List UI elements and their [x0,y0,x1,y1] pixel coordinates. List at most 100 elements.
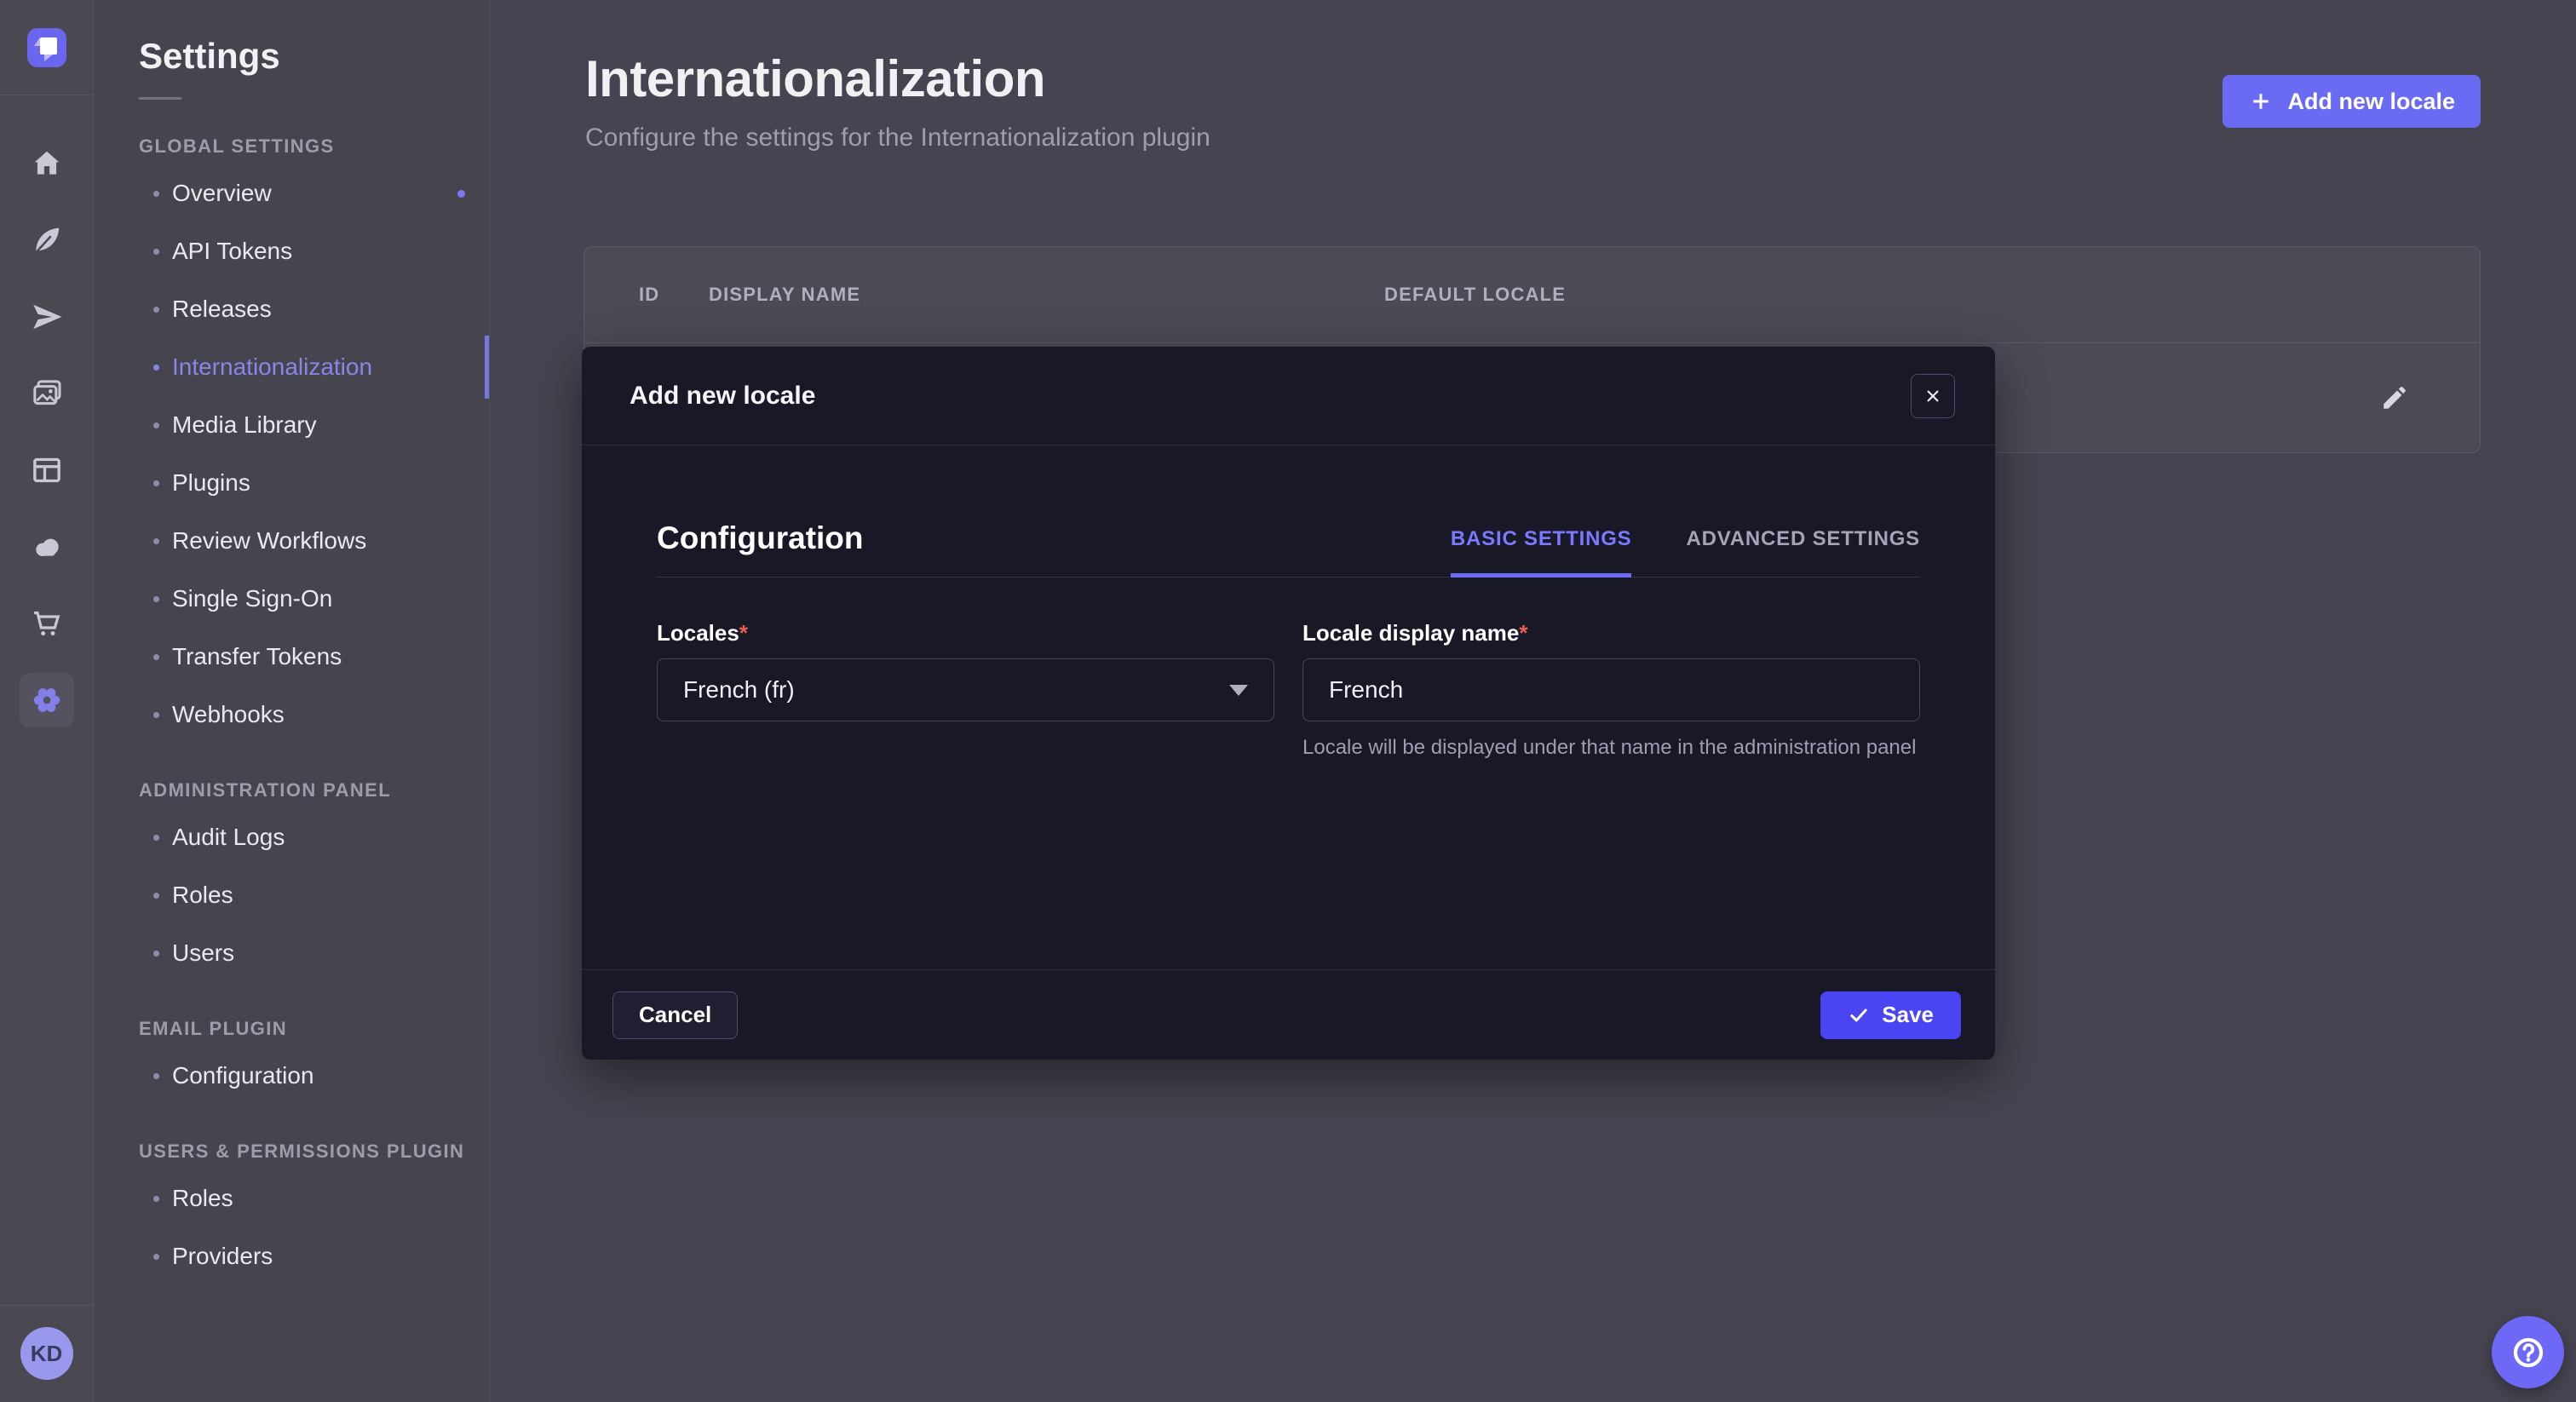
bullet-icon [153,249,159,255]
send-plane-icon[interactable] [20,290,74,344]
locales-label: Locales* [657,620,1274,646]
bullet-icon [153,1073,159,1079]
modal-title: Add new locale [630,382,815,411]
sidebar-item-label: Configuration [172,1062,314,1089]
display-name-hint: Locale will be displayed under that name… [1302,733,1920,762]
sidebar-item-email-configuration[interactable]: Configuration [94,1047,489,1105]
settings-sidebar: Settings GLOBAL SETTINGS Overview API To… [94,0,490,1402]
close-button[interactable] [1911,374,1955,418]
sidebar-item-label: Plugins [172,469,250,497]
help-button[interactable] [2492,1316,2564,1388]
modal-header: Add new locale [582,347,1995,445]
layout-window-icon[interactable] [20,443,74,497]
sidebar-item-up-providers[interactable]: Providers [94,1227,489,1285]
column-header-display-name: DISPLAY NAME [709,284,1384,306]
home-icon[interactable] [20,136,74,191]
display-name-input[interactable] [1302,658,1920,721]
display-name-field-group: Locale display name* Locale will be disp… [1302,620,1920,762]
sidebar-item-review-workflows[interactable]: Review Workflows [94,512,489,570]
cloud-icon[interactable] [20,520,74,574]
configuration-title: Configuration [657,520,864,577]
display-name-label-text: Locale display name [1302,620,1519,646]
section-header-users-permissions-plugin: USERS & PERMISSIONS PLUGIN [139,1141,489,1163]
sidebar-item-single-sign-on[interactable]: Single Sign-On [94,570,489,628]
configuration-header-row: Configuration BASIC SETTINGS ADVANCED SE… [657,520,1920,577]
edit-locale-button[interactable] [2376,379,2413,417]
notification-dot [457,190,465,198]
user-avatar[interactable]: KD [20,1327,73,1380]
locales-field-group: Locales* French (fr) [657,620,1274,762]
bullet-icon [153,538,159,544]
sidebar-item-webhooks[interactable]: Webhooks [94,686,489,744]
bullet-icon [153,951,159,957]
check-icon [1848,1004,1870,1026]
bullet-icon [153,893,159,899]
sidebar-item-label: API Tokens [172,238,292,265]
sidebar-item-label: Roles [172,882,233,909]
sidebar-item-plugins[interactable]: Plugins [94,454,489,512]
chevron-down-icon [1229,685,1248,696]
required-asterisk: * [1519,620,1527,646]
strapi-logo[interactable] [27,28,66,67]
section-header-email-plugin: EMAIL PLUGIN [139,1018,489,1040]
sidebar-item-label: Media Library [172,411,317,439]
tab-advanced-settings[interactable]: ADVANCED SETTINGS [1686,527,1920,577]
column-header-id: ID [584,284,709,306]
sidebar-item-label: Internationalization [172,353,372,381]
modal-footer: Cancel Save [582,969,1995,1060]
question-icon [2510,1335,2546,1370]
sidebar-item-label: Single Sign-On [172,585,332,612]
bullet-icon [153,1196,159,1202]
sidebar-item-label: Roles [172,1185,233,1212]
bullet-icon [153,654,159,660]
bullet-icon [153,365,159,371]
sidebar-item-overview[interactable]: Overview [94,164,489,222]
add-new-locale-button-label: Add new locale [2287,89,2455,115]
sidebar-item-audit-logs[interactable]: Audit Logs [94,808,489,866]
sidebar-item-label: Overview [172,180,272,207]
sidebar-item-transfer-tokens[interactable]: Transfer Tokens [94,628,489,686]
save-button-label: Save [1882,1002,1934,1028]
locales-select[interactable]: French (fr) [657,658,1274,721]
add-new-locale-button[interactable]: Add new locale [2222,75,2481,128]
table-header-row: ID DISPLAY NAME DEFAULT LOCALE [584,247,2480,343]
settings-gear-icon[interactable] [20,673,74,727]
bullet-icon [153,480,159,486]
active-item-indicator [485,336,489,399]
sidebar-item-label: Providers [172,1243,273,1270]
locale-form-row: Locales* French (fr) Locale display name… [657,620,1920,762]
sidebar-item-admin-roles[interactable]: Roles [94,866,489,924]
bullet-icon [153,422,159,428]
sidebar-item-up-roles[interactable]: Roles [94,1169,489,1227]
sidebar-title-divider [139,97,181,100]
bullet-icon [153,712,159,718]
marketplace-cart-icon[interactable] [20,596,74,651]
strapi-logo-icon [27,29,66,67]
save-button[interactable]: Save [1820,991,1961,1039]
locales-label-text: Locales [657,620,739,646]
sidebar-item-label: Releases [172,296,272,323]
bullet-icon [153,307,159,313]
sidebar-item-api-tokens[interactable]: API Tokens [94,222,489,280]
tab-basic-settings[interactable]: BASIC SETTINGS [1451,527,1632,577]
bullet-icon [153,191,159,197]
sidebar-item-releases[interactable]: Releases [94,280,489,338]
locales-select-value: French (fr) [683,676,795,704]
nav-rail: KD [0,0,94,1402]
column-header-default-locale: DEFAULT LOCALE [1384,284,2480,306]
modal-body: Configuration BASIC SETTINGS ADVANCED SE… [582,445,1995,969]
sidebar-item-media-library[interactable]: Media Library [94,396,489,454]
content-feather-icon[interactable] [20,213,74,267]
bullet-icon [153,835,159,841]
add-new-locale-modal: Add new locale Configuration BASIC SETTI… [582,347,1995,1060]
sidebar-item-label: Transfer Tokens [172,643,342,670]
cancel-button[interactable]: Cancel [612,991,738,1039]
media-images-icon[interactable] [20,366,74,421]
section-header-administration-panel: ADMINISTRATION PANEL [139,779,489,802]
section-header-global-settings: GLOBAL SETTINGS [139,135,489,158]
rail-bottom-divider [0,1305,94,1306]
sidebar-item-label: Review Workflows [172,527,366,554]
sidebar-item-admin-users[interactable]: Users [94,924,489,982]
sidebar-item-label: Audit Logs [172,824,285,851]
sidebar-item-internationalization[interactable]: Internationalization [94,338,489,396]
